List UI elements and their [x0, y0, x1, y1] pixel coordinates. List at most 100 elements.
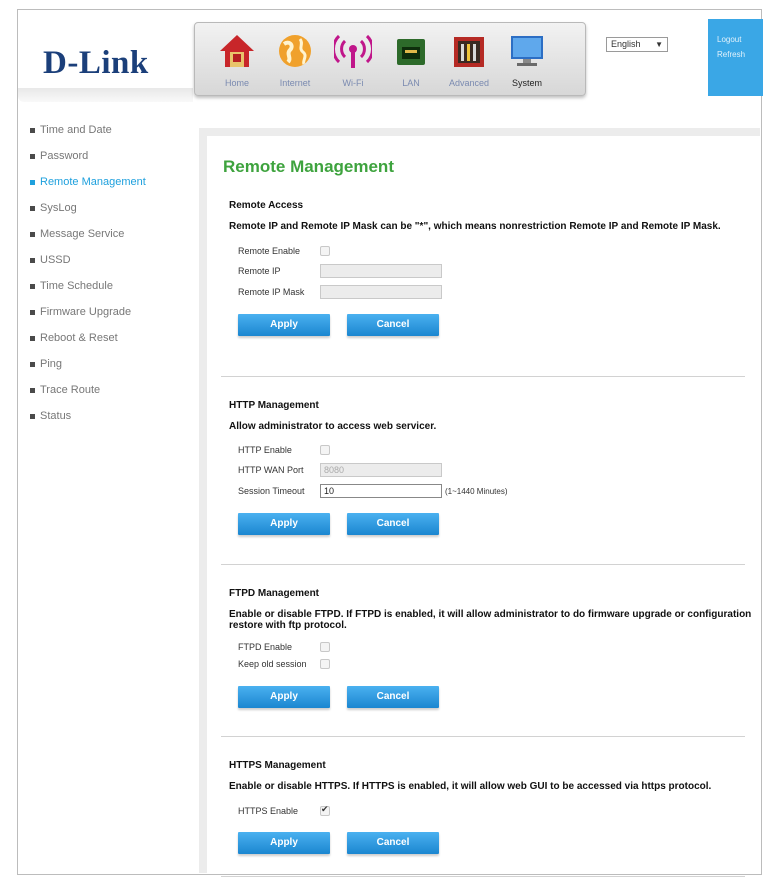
sidebar-item-label: Time Schedule	[40, 280, 113, 292]
section-divider	[221, 736, 745, 737]
bullet-icon	[30, 127, 35, 133]
sidebar-item-message-service[interactable]: Message Service	[28, 221, 188, 247]
nav-lan[interactable]: LAN	[385, 23, 437, 97]
remote-ip-input[interactable]	[320, 264, 442, 278]
sidebar-item-label: Password	[40, 150, 89, 162]
section-description: Remote IP and Remote IP Mask can be "*",…	[229, 221, 721, 232]
bullet-icon	[30, 309, 35, 315]
wifi-icon	[334, 34, 372, 68]
sidebar-item-trace-route[interactable]: Trace Route	[28, 377, 188, 403]
section-description: Enable or disable HTTPS. If HTTPS is ena…	[229, 781, 712, 792]
ftpd-management-section: FTPD Management Enable or disable FTPD. …	[229, 588, 755, 728]
https-apply-button[interactable]: Apply	[238, 832, 330, 854]
remote-access-section: Remote Access Remote IP and Remote IP Ma…	[229, 200, 755, 360]
section-description: Allow administrator to access web servic…	[229, 421, 437, 432]
section-description: Enable or disable FTPD. If FTPD is enabl…	[229, 609, 752, 631]
bullet-icon	[30, 231, 35, 237]
session-timeout-input[interactable]: 10	[320, 484, 442, 498]
keep-old-session-checkbox[interactable]	[320, 659, 330, 669]
sidebar-item-time-schedule[interactable]: Time Schedule	[28, 273, 188, 299]
sidebar-item-ussd[interactable]: USSD	[28, 247, 188, 273]
remote-cancel-button[interactable]: Cancel	[347, 314, 439, 336]
sidebar-item-password[interactable]: Password	[28, 143, 188, 169]
sidebar-item-reboot-reset[interactable]: Reboot & Reset	[28, 325, 188, 351]
refresh-link[interactable]: Refresh	[708, 50, 763, 59]
https-enable-checkbox[interactable]	[320, 804, 330, 816]
bullet-icon	[30, 153, 35, 159]
sidebar-item-status[interactable]: Status	[28, 403, 188, 429]
nav-internet[interactable]: Internet	[269, 23, 321, 97]
router-admin-window: D-Link Home Internet Wi-Fi LAN Advanced …	[17, 9, 763, 877]
https-management-section: HTTPS Management Enable or disable HTTPS…	[229, 760, 755, 877]
home-icon	[220, 35, 254, 67]
remote-ip-label: Remote IP	[238, 266, 281, 276]
bullet-icon	[30, 205, 35, 211]
remote-ip-mask-row: Remote IP Mask	[238, 284, 442, 300]
ftpd-enable-checkbox[interactable]	[320, 642, 330, 652]
nav-advanced[interactable]: Advanced	[443, 23, 495, 97]
sidebar-item-label: Reboot & Reset	[40, 332, 118, 344]
session-timeout-label: Session Timeout	[238, 486, 305, 496]
monitor-icon	[511, 36, 543, 66]
nav-internet-label: Internet	[279, 78, 311, 88]
https-enable-label: HTTPS Enable	[238, 806, 299, 816]
sidebar-item-firmware-upgrade[interactable]: Firmware Upgrade	[28, 299, 188, 325]
sidebar-item-label: Status	[40, 410, 72, 422]
section-divider	[221, 376, 745, 377]
http-enable-row: HTTP Enable	[238, 442, 330, 458]
ftpd-apply-button[interactable]: Apply	[238, 686, 330, 708]
http-enable-label: HTTP Enable	[238, 445, 292, 455]
sidebar-item-label: Trace Route	[40, 384, 101, 396]
bullet-icon	[30, 361, 35, 367]
sidebar-item-label: Time and Date	[40, 124, 112, 136]
logout-link[interactable]: Logout	[708, 35, 763, 44]
nav-home[interactable]: Home	[211, 23, 263, 97]
sidebar-item-time-and-date[interactable]: Time and Date	[28, 117, 188, 143]
nav-advanced-label: Advanced	[448, 78, 490, 88]
nav-wifi[interactable]: Wi-Fi	[327, 23, 379, 97]
http-cancel-button[interactable]: Cancel	[347, 513, 439, 535]
sidebar-item-label: SysLog	[40, 202, 77, 214]
https-enable-row: HTTPS Enable	[238, 803, 330, 819]
http-wan-port-row: HTTP WAN Port 8080	[238, 462, 442, 478]
http-apply-button[interactable]: Apply	[238, 513, 330, 535]
page-title: Remote Management	[223, 157, 394, 176]
chevron-down-icon: ▼	[655, 40, 663, 49]
remote-apply-button[interactable]: Apply	[238, 314, 330, 336]
session-timeout-hint: (1~1440 Minutes)	[445, 486, 508, 496]
http-wan-port-input[interactable]: 8080	[320, 463, 442, 477]
sidebar-item-syslog[interactable]: SysLog	[28, 195, 188, 221]
header: D-Link Home Internet Wi-Fi LAN Advanced …	[18, 10, 763, 110]
language-value: English	[611, 39, 641, 49]
bullet-icon	[30, 179, 35, 185]
remote-enable-checkbox[interactable]	[320, 246, 330, 256]
remote-enable-row: Remote Enable	[238, 243, 330, 259]
toolbox-icon	[454, 37, 484, 67]
main-content: Remote Management Remote Access Remote I…	[199, 128, 760, 877]
bullet-icon	[30, 283, 35, 289]
section-title: FTPD Management	[229, 588, 320, 599]
section-title: HTTPS Management	[229, 760, 326, 771]
ftpd-enable-row: FTPD Enable	[238, 639, 330, 655]
remote-ip-mask-input[interactable]	[320, 285, 442, 299]
remote-ip-row: Remote IP	[238, 263, 442, 279]
http-enable-checkbox[interactable]	[320, 445, 330, 455]
http-management-section: HTTP Management Allow administrator to a…	[229, 400, 755, 550]
ftpd-cancel-button[interactable]: Cancel	[347, 686, 439, 708]
nav-system-label: System	[511, 78, 542, 88]
https-cancel-button[interactable]: Cancel	[347, 832, 439, 854]
dlink-logo: D-Link	[43, 45, 149, 81]
remote-ip-mask-label: Remote IP Mask	[238, 287, 305, 297]
nav-system[interactable]: System	[501, 23, 553, 97]
session-timeout-row: Session Timeout 10 (1~1440 Minutes)	[238, 483, 507, 499]
sidebar-item-ping[interactable]: Ping	[28, 351, 188, 377]
language-select[interactable]: English ▼	[606, 37, 668, 52]
keep-old-session-row: Keep old session	[238, 656, 330, 672]
bullet-icon	[30, 335, 35, 341]
section-divider	[221, 564, 745, 565]
bullet-icon	[30, 387, 35, 393]
nav-wifi-label: Wi-Fi	[342, 78, 364, 88]
sidebar-item-remote-management[interactable]: Remote Management	[28, 169, 188, 195]
ftpd-enable-label: FTPD Enable	[238, 642, 293, 652]
section-title: HTTP Management	[229, 400, 319, 411]
